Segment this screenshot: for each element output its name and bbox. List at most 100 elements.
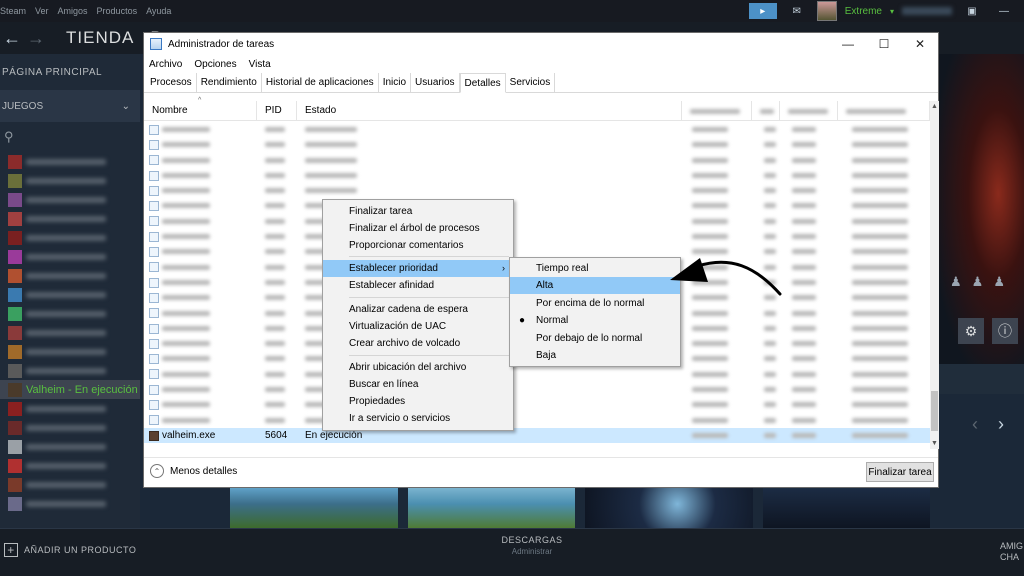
minimize-icon[interactable]: — [830, 33, 866, 55]
process-row[interactable] [144, 214, 930, 229]
process-row[interactable] [144, 153, 930, 168]
tab-rendimiento[interactable]: Rendimiento [197, 73, 262, 93]
game-row[interactable] [0, 456, 140, 475]
menu-item-abrir-ubicacion[interactable]: Abrir ubicación del archivo [323, 359, 513, 376]
game-row[interactable] [0, 266, 140, 285]
chevron-down-icon[interactable]: ▾ [890, 7, 894, 16]
downloads-button[interactable]: DESCARGAS Administrar [472, 535, 592, 556]
menu-opciones[interactable]: Opciones [194, 59, 236, 70]
less-details-button[interactable]: ⌃ Menos detalles [150, 464, 237, 478]
menu-item-analizar-cadena[interactable]: Analizar cadena de espera [323, 301, 513, 318]
scroll-thumb[interactable] [931, 391, 938, 431]
priority-normal[interactable]: ● Normal [510, 312, 680, 329]
friends-chat-button[interactable]: AMIG Y CHA [1000, 541, 1024, 563]
info-icon[interactable]: ⓘ [992, 318, 1018, 344]
screenshot-thumbnail[interactable] [407, 488, 575, 528]
game-row[interactable] [0, 361, 140, 380]
menu-archivo[interactable]: Archivo [149, 59, 182, 70]
process-row-selected[interactable]: valheim.exe 5604 En ejecución [144, 427, 930, 444]
process-row[interactable] [144, 382, 930, 397]
column-estado[interactable]: Estado [297, 101, 682, 121]
megaphone-icon[interactable]: ▸ [748, 3, 777, 19]
scroll-up-icon[interactable]: ▲ [930, 103, 939, 110]
forward-arrow-icon[interactable]: → [24, 28, 48, 49]
column-blurred[interactable] [780, 101, 838, 121]
mail-icon[interactable]: ✉ [785, 3, 809, 19]
menu-item-establecer-prioridad[interactable]: Establecer prioridad › [323, 260, 513, 277]
games-filter[interactable]: JUEGOS ⌄ [0, 90, 140, 122]
game-row[interactable] [0, 228, 140, 247]
column-nombre[interactable]: Nombre [144, 101, 257, 121]
column-blurred[interactable] [752, 101, 780, 121]
menu-item-establecer-afinidad[interactable]: Establecer afinidad [323, 277, 513, 294]
menu-item-proporcionar-comentarios[interactable]: Proporcionar comentarios [323, 237, 513, 254]
steam-menu-steam[interactable]: Steam [0, 6, 26, 16]
minimize-icon[interactable]: — [992, 3, 1016, 19]
screenshot-thumbnail[interactable] [230, 488, 398, 528]
library-search[interactable]: ⚲ [0, 122, 140, 152]
gear-icon[interactable]: ⚙ [958, 318, 984, 344]
steam-menu-amigos[interactable]: Amigos [58, 6, 88, 16]
home-link[interactable]: PÁGINA PRINCIPAL [0, 54, 140, 90]
game-row-valheim[interactable]: Valheim - En ejecución [0, 380, 140, 399]
menu-item-virtualizacion-uac[interactable]: Virtualización de UAC [323, 318, 513, 335]
back-arrow-icon[interactable]: ← [0, 28, 24, 49]
process-row[interactable] [144, 168, 930, 183]
priority-por-debajo[interactable]: Por debajo de lo normal [510, 330, 680, 347]
game-row[interactable] [0, 209, 140, 228]
screenshot-thumbnail[interactable] [762, 488, 930, 528]
process-row[interactable] [144, 137, 930, 152]
username[interactable]: Extreme [845, 6, 882, 17]
menu-vista[interactable]: Vista [249, 59, 271, 70]
scroll-down-icon[interactable]: ▼ [930, 440, 939, 447]
screenshot-thumbnail[interactable] [585, 488, 753, 528]
game-row[interactable] [0, 171, 140, 190]
tab-servicios[interactable]: Servicios [506, 73, 556, 93]
screenshot-icon[interactable]: ▣ [960, 3, 984, 19]
maximize-icon[interactable]: ☐ [866, 33, 902, 55]
game-row[interactable] [0, 152, 140, 171]
priority-por-encima[interactable]: Por encima de lo normal [510, 295, 680, 312]
steam-menu-productos[interactable]: Productos [97, 6, 138, 16]
process-row[interactable] [144, 367, 930, 382]
chevron-left-icon[interactable]: ‹ [972, 414, 978, 435]
close-icon[interactable]: ✕ [902, 33, 938, 55]
chevron-right-icon[interactable]: › [998, 414, 1004, 435]
menu-item-ir-a-servicio[interactable]: Ir a servicio o servicios [323, 410, 513, 427]
avatar[interactable] [816, 1, 837, 21]
process-row[interactable] [144, 183, 930, 198]
end-task-button[interactable]: Finalizar tarea [866, 462, 934, 482]
game-row[interactable] [0, 437, 140, 456]
menu-item-finalizar-arbol[interactable]: Finalizar el árbol de procesos [323, 220, 513, 237]
process-row[interactable] [144, 413, 930, 428]
menu-item-crear-volcado[interactable]: Crear archivo de volcado [323, 335, 513, 352]
process-row[interactable] [144, 198, 930, 213]
game-row[interactable] [0, 399, 140, 418]
tab-usuarios[interactable]: Usuarios [411, 73, 460, 93]
tab-historial[interactable]: Historial de aplicaciones [262, 73, 379, 93]
game-row[interactable] [0, 190, 140, 209]
steam-menu-ver[interactable]: Ver [35, 6, 49, 16]
menu-item-buscar-en-linea[interactable]: Buscar en línea [323, 376, 513, 393]
column-blurred[interactable] [682, 101, 752, 121]
tab-inicio[interactable]: Inicio [379, 73, 412, 93]
menu-item-finalizar-tarea[interactable]: Finalizar tarea [323, 203, 513, 220]
title-bar[interactable]: Administrador de tareas — ☐ ✕ [144, 33, 938, 55]
steam-menu-ayuda[interactable]: Ayuda [146, 6, 171, 16]
game-row[interactable] [0, 475, 140, 494]
menu-item-propiedades[interactable]: Propiedades [323, 393, 513, 410]
game-row[interactable] [0, 285, 140, 304]
process-row[interactable] [144, 122, 930, 137]
process-row[interactable] [144, 229, 930, 244]
priority-baja[interactable]: Baja [510, 347, 680, 364]
tab-procesos[interactable]: Procesos [146, 73, 197, 93]
tab-detalles[interactable]: Detalles [459, 73, 506, 93]
scrollbar[interactable]: ▲ ▼ [930, 101, 939, 449]
game-row[interactable] [0, 418, 140, 437]
process-row[interactable] [144, 397, 930, 412]
column-blurred[interactable] [838, 101, 930, 121]
game-row[interactable] [0, 323, 140, 342]
priority-tiempo-real[interactable]: Tiempo real [510, 260, 680, 277]
game-row[interactable] [0, 304, 140, 323]
add-product-button[interactable]: + AÑADIR UN PRODUCTO [4, 543, 136, 557]
